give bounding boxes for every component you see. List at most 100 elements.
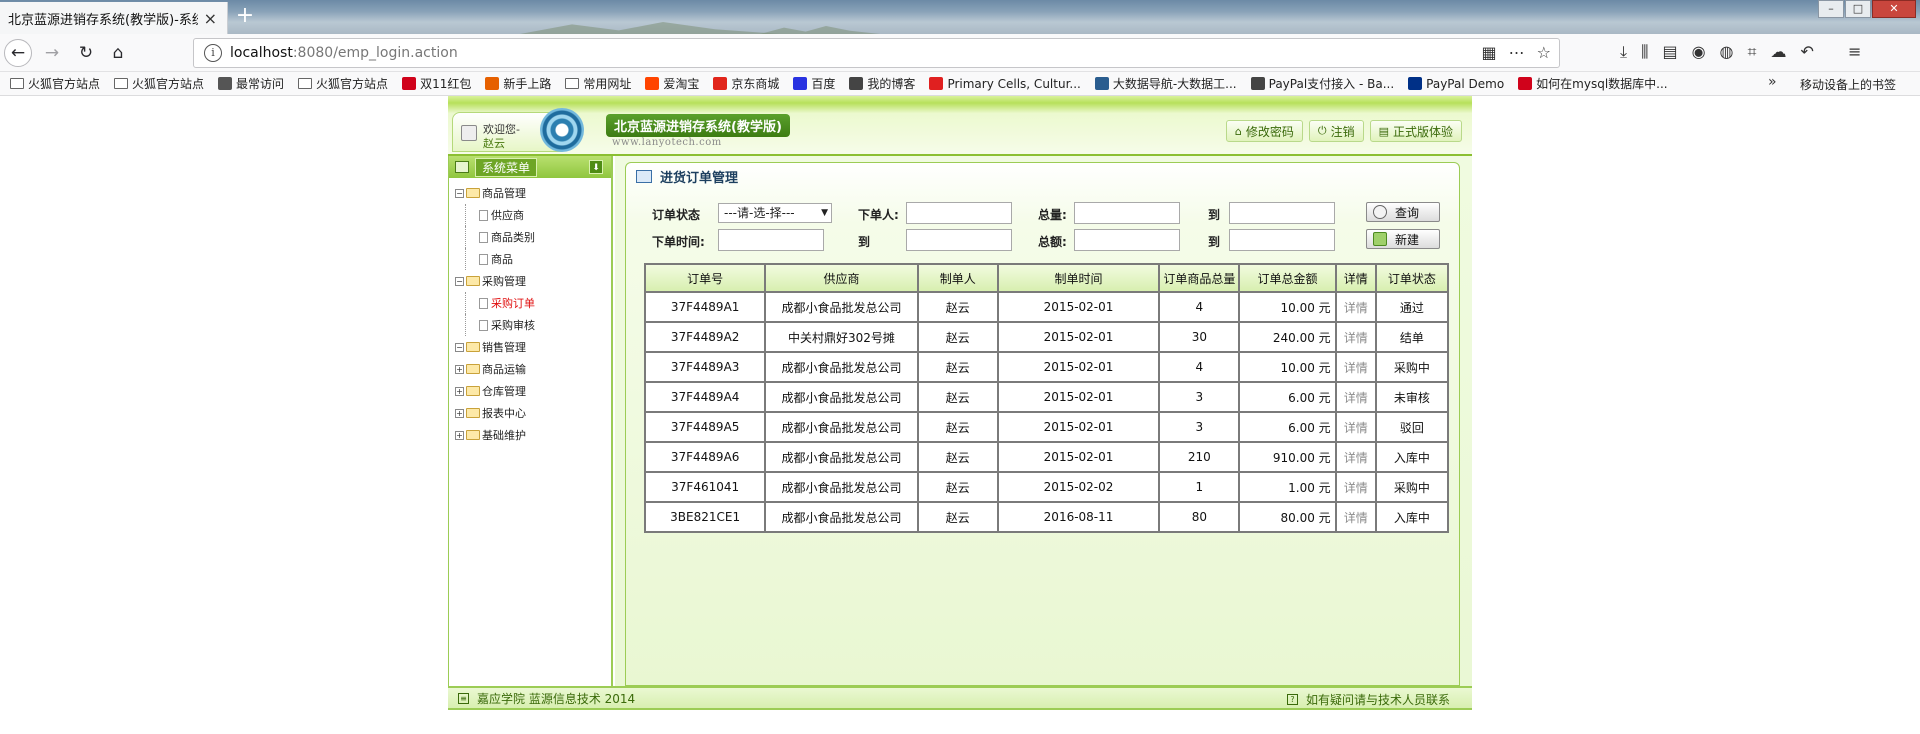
detail-link[interactable]: 详情	[1334, 321, 1377, 353]
page-actions-icon[interactable]: ⋯	[1509, 43, 1525, 62]
mobile-bookmarks-link[interactable]: 移动设备上的书签	[1800, 76, 1896, 93]
menu-item[interactable]: 商品类别	[455, 226, 611, 248]
globe-icon[interactable]: ◍	[1720, 42, 1734, 62]
sidebar-icon[interactable]: ▤	[1662, 42, 1677, 62]
status-select[interactable]: ---请-选-择--- ▼	[718, 203, 832, 223]
menu-group[interactable]: + 报表中心	[455, 402, 611, 424]
amount-from-input[interactable]	[1074, 229, 1180, 251]
table-cell: 37F4489A4	[643, 381, 767, 413]
detail-link[interactable]: 详情	[1334, 501, 1377, 533]
url-bar[interactable]: i localhost :8080/emp_login.action ▦ ⋯ ☆	[193, 38, 1560, 68]
jd-icon	[713, 77, 728, 90]
library-icon[interactable]: ⫼	[1641, 42, 1648, 62]
bookmark-item[interactable]: PayPal支付接入 - Ba...	[1250, 75, 1394, 92]
browser-tab[interactable]: 北京蓝源进销存系统(教学版)-系统 ×	[0, 2, 228, 34]
menu-icon[interactable]: ≡	[1848, 42, 1861, 62]
table-cell: 2015-02-01	[996, 441, 1161, 473]
screenshot-icon[interactable]: ⌗	[1748, 42, 1757, 62]
menu-group[interactable]: − 商品管理	[455, 182, 611, 204]
site-url: www.lanyotech.com	[612, 137, 722, 148]
detail-link[interactable]: 详情	[1334, 291, 1377, 323]
chat-icon[interactable]: ☁	[1771, 42, 1787, 62]
url-host: localhost	[230, 45, 293, 61]
minimize-button[interactable]: –	[1818, 0, 1844, 18]
amount-to-label: 到	[1208, 235, 1221, 249]
menu-group[interactable]: − 销售管理	[455, 336, 611, 358]
menu-item[interactable]: 采购审核	[455, 314, 611, 336]
bookmark-item[interactable]: 大数据导航-大数据工...	[1094, 75, 1237, 92]
date-to-input[interactable]	[906, 229, 1012, 251]
collapse-icon[interactable]: −	[455, 276, 464, 286]
close-window-button[interactable]: ✕	[1872, 0, 1916, 18]
expand-icon[interactable]: +	[455, 430, 464, 440]
detail-link[interactable]: 详情	[1334, 441, 1377, 473]
menu-group[interactable]: − 采购管理	[455, 270, 611, 292]
bookmark-item[interactable]: PayPal Demo	[1408, 77, 1504, 91]
tab-close-icon[interactable]: ×	[204, 9, 217, 28]
bookmark-item[interactable]: 如何在mysql数据库中...	[1518, 75, 1668, 92]
expand-icon[interactable]: +	[455, 408, 464, 418]
reload-button[interactable]: ↻	[72, 39, 100, 67]
bookmark-item[interactable]: 火狐官方站点	[10, 75, 100, 92]
forward-button[interactable]: →	[38, 39, 66, 67]
table-row: 37F4489A5 成都小食品批发总公司 赵云 2015-02-01 3 6.00 元详情…	[643, 411, 1450, 443]
bookmark-item[interactable]: 火狐官方站点	[298, 75, 388, 92]
bookmark-item[interactable]: 最常访问	[218, 75, 284, 92]
expand-icon[interactable]: +	[455, 364, 464, 374]
change-password-button[interactable]: ⌂ 修改密码	[1225, 120, 1303, 142]
qty-from-input[interactable]	[1074, 202, 1180, 224]
detail-link[interactable]: 详情	[1334, 411, 1377, 443]
qr-code-icon[interactable]: ▦	[1482, 43, 1497, 62]
bookmark-item[interactable]: 新手上路	[485, 75, 551, 92]
table-cell: 2015-02-02	[996, 471, 1161, 503]
column-header: 详情	[1334, 263, 1377, 293]
table-row: 3BE821CE1 成都小食品批发总公司 赵云 2016-08-11 80 80.00 元…	[643, 501, 1450, 533]
bookmark-item[interactable]: 我的博客	[849, 75, 915, 92]
download-icon[interactable]: ⤓	[1620, 42, 1627, 62]
detail-link[interactable]: 详情	[1334, 471, 1377, 503]
bookmark-item[interactable]: 火狐官方站点	[114, 75, 204, 92]
bookmarks-overflow-icon[interactable]: »	[1768, 74, 1777, 90]
search-button[interactable]: 查询	[1366, 202, 1440, 222]
bookmark-item[interactable]: 爱淘宝	[645, 75, 699, 92]
table-cell: 10.00 元	[1238, 291, 1337, 323]
site-info-icon[interactable]: i	[204, 44, 222, 62]
home-button[interactable]: ⌂	[104, 39, 132, 67]
menu-group[interactable]: + 仓库管理	[455, 380, 611, 402]
pro-version-button[interactable]: ▤ 正式版体验	[1369, 120, 1462, 142]
bookmark-star-icon[interactable]: ☆	[1537, 43, 1551, 62]
document-icon	[479, 209, 488, 221]
table-cell: 6.00 元	[1238, 411, 1337, 443]
account-icon[interactable]: ◉	[1692, 42, 1706, 62]
bookmark-item[interactable]: 京东商城	[713, 75, 779, 92]
detail-link[interactable]: 详情	[1334, 351, 1377, 383]
table-cell: 成都小食品批发总公司	[764, 441, 919, 473]
bookmarks-toolbar: 火狐官方站点 火狐官方站点 最常访问 火狐官方站点 双11红包 新手上路 常用网址 爱淘宝 京东…	[0, 72, 1920, 96]
back-button[interactable]: ←	[4, 39, 32, 67]
menu-item[interactable]: 商品	[455, 248, 611, 270]
bookmark-item[interactable]: Primary Cells, Cultur...	[929, 77, 1081, 91]
bookmark-item[interactable]: 双11红包	[402, 75, 471, 92]
collapse-icon[interactable]: −	[455, 342, 464, 352]
menu-item[interactable]: 采购订单	[455, 292, 611, 314]
logout-button[interactable]: ⏻ 注销	[1308, 120, 1364, 142]
expand-icon[interactable]: +	[455, 386, 464, 396]
menu-group[interactable]: + 基础维护	[455, 424, 611, 446]
baidu-icon	[793, 77, 808, 90]
table-cell: 3BE821CE1	[643, 501, 767, 533]
undo-icon[interactable]: ↶	[1801, 42, 1814, 62]
creator-input[interactable]	[906, 202, 1012, 224]
menu-group[interactable]: + 商品运输	[455, 358, 611, 380]
detail-link[interactable]: 详情	[1334, 381, 1377, 413]
bookmark-item[interactable]: 常用网址	[565, 75, 631, 92]
new-tab-button[interactable]: +	[232, 4, 258, 30]
qty-to-input[interactable]	[1229, 202, 1335, 224]
new-order-button[interactable]: 新建	[1366, 229, 1440, 249]
collapse-menu-icon[interactable]: ⬇	[589, 160, 603, 174]
amount-to-input[interactable]	[1229, 229, 1335, 251]
bookmark-item[interactable]: 百度	[793, 75, 835, 92]
date-from-input[interactable]	[718, 229, 824, 251]
collapse-icon[interactable]: −	[455, 188, 464, 198]
maximize-button[interactable]: □	[1845, 0, 1871, 18]
menu-item[interactable]: 供应商	[455, 204, 611, 226]
